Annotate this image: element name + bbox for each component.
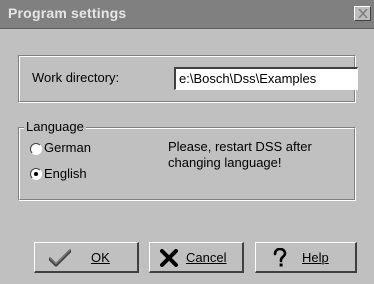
- radio-german-label[interactable]: German: [44, 140, 91, 155]
- work-directory-label: Work directory:: [32, 70, 120, 85]
- radio-english-label[interactable]: English: [44, 166, 87, 181]
- window-title: Program settings: [8, 5, 127, 21]
- help-button-label: Help: [302, 250, 329, 265]
- restart-message: Please, restart DSS after changing langu…: [168, 139, 312, 170]
- radio-english[interactable]: [30, 168, 42, 180]
- ok-button[interactable]: OK: [34, 242, 139, 273]
- close-button[interactable]: [354, 6, 371, 21]
- cancel-button-label: Cancel: [186, 250, 227, 265]
- question-mark-icon: [273, 248, 287, 267]
- close-icon: [358, 9, 368, 18]
- ok-button-label: OK: [91, 250, 110, 265]
- x-mark-icon: [160, 249, 178, 267]
- title-bar[interactable]: Program settings: [0, 0, 374, 29]
- checkmark-icon: [49, 249, 71, 267]
- program-settings-dialog: Program settings Work directory: e:\Bosc…: [0, 0, 374, 284]
- radio-german[interactable]: [30, 143, 42, 155]
- work-directory-input[interactable]: e:\Bosch\Dss\Examples: [174, 67, 358, 90]
- cancel-button[interactable]: Cancel: [149, 242, 244, 273]
- language-group-label: Language: [24, 119, 86, 134]
- help-button[interactable]: Help: [255, 242, 357, 273]
